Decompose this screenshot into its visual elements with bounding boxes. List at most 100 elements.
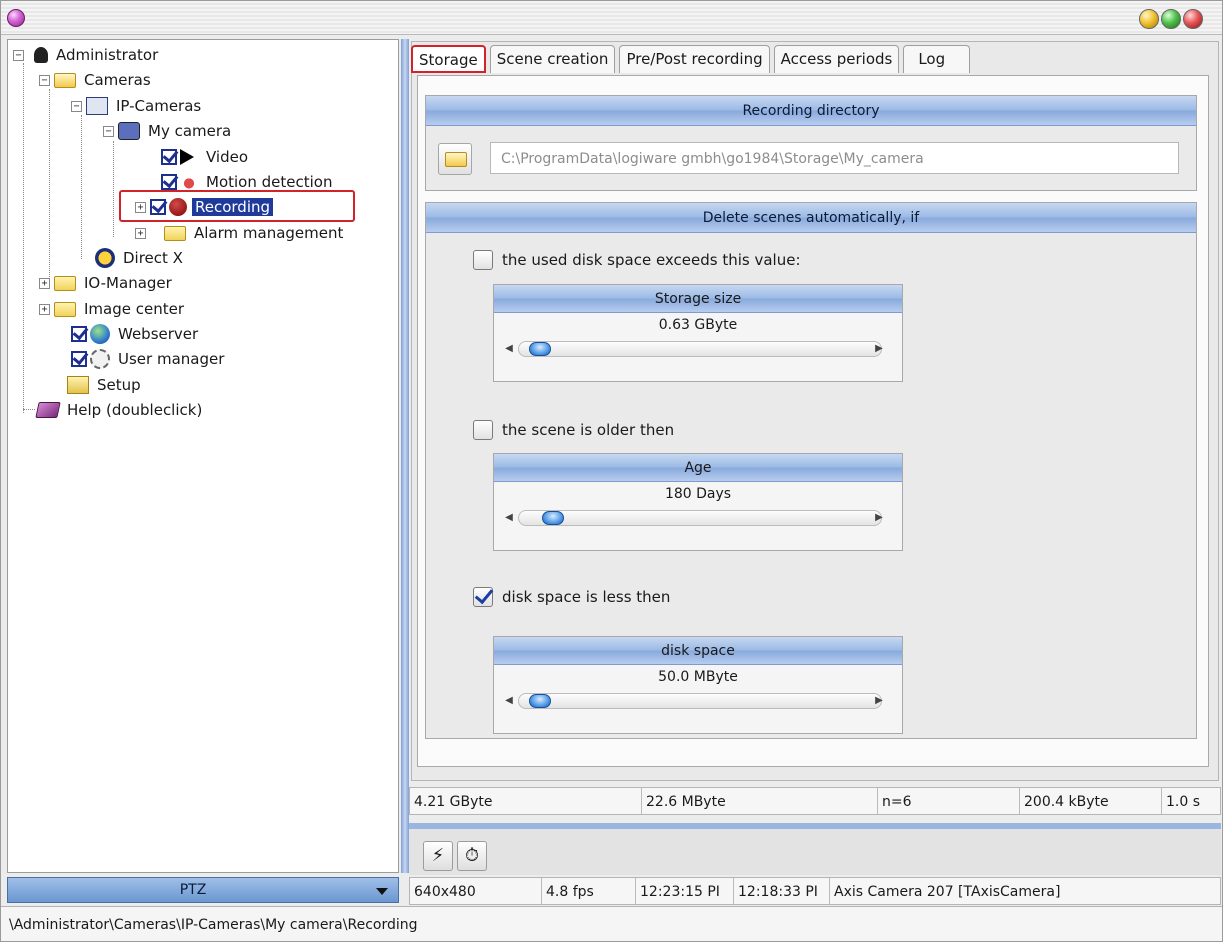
- duration: 1.0 s: [1166, 794, 1201, 810]
- arrow-left-icon[interactable]: ◀: [502, 694, 516, 708]
- play-icon: [180, 149, 194, 165]
- disk-space-value: 50.0 MByte: [658, 669, 738, 685]
- last-event-time: 12:18:33 PI: [734, 878, 830, 904]
- tree-item-cameras[interactable]: − Cameras: [39, 68, 154, 92]
- enabled-checkbox[interactable]: [71, 351, 87, 367]
- disk-space-less-checkbox[interactable]: [473, 587, 493, 607]
- enabled-checkbox[interactable]: [150, 199, 166, 215]
- age-slider-box: Age 180 Days ◀ ▶: [493, 453, 903, 551]
- tree-item-video[interactable]: Video: [161, 145, 251, 169]
- age-value: 180 Days: [664, 486, 732, 502]
- expand-icon[interactable]: +: [39, 277, 50, 289]
- disk-space-slider-box: disk space 50.0 MByte ◀ ▶: [493, 636, 903, 734]
- minimize-button[interactable]: [1139, 9, 1159, 29]
- slider-rail[interactable]: [518, 510, 882, 526]
- arrow-left-icon[interactable]: ◀: [502, 511, 516, 525]
- disk-space-exceeds-option[interactable]: the used disk space exceeds this value:: [473, 248, 801, 272]
- section-header: Recording directory: [426, 96, 1196, 126]
- expand-icon[interactable]: +: [39, 303, 50, 315]
- motion-icon: [180, 175, 198, 189]
- tree-item-setup[interactable]: Setup: [67, 373, 144, 397]
- title-bar: [1, 1, 1222, 35]
- frame-rate: 4.8 fps: [542, 878, 636, 904]
- arrow-left-icon[interactable]: ◀: [502, 342, 516, 356]
- camera-toolbar: ⚡ ⏱: [409, 823, 1221, 875]
- tree-item-image-center[interactable]: + Image center: [39, 297, 187, 321]
- tree-item-recording[interactable]: + Recording: [135, 195, 274, 219]
- section-header: Delete scenes automatically, if: [426, 203, 1196, 233]
- slider-thumb[interactable]: [528, 694, 551, 708]
- camera-status-bar: 640x480 4.8 fps 12:23:15 PI 12:18:33 PI …: [409, 877, 1221, 905]
- close-button[interactable]: [1183, 9, 1203, 29]
- resolution: 640x480: [410, 878, 542, 904]
- tab-access-periods[interactable]: Access periods: [773, 45, 900, 73]
- tree-item-administrator[interactable]: − Administrator: [13, 43, 161, 67]
- expand-icon[interactable]: +: [135, 227, 146, 239]
- recording-directory-input[interactable]: C:\ProgramData\logiware gmbh\go1984\Stor…: [490, 142, 1179, 174]
- panel-splitter[interactable]: [401, 39, 409, 873]
- folder-icon: [164, 225, 186, 241]
- slider-rail[interactable]: [518, 341, 882, 357]
- app-window: − Administrator − Cameras − IP-Cameras −…: [0, 0, 1223, 942]
- enabled-checkbox[interactable]: [161, 174, 177, 190]
- folder-open-icon: [54, 72, 76, 88]
- scene-older-checkbox[interactable]: [473, 420, 493, 440]
- gears-icon: [90, 349, 110, 369]
- tree-item-io-manager[interactable]: + IO-Manager: [39, 271, 175, 295]
- arrow-right-icon[interactable]: ▶: [872, 342, 886, 356]
- collapse-icon[interactable]: −: [39, 74, 50, 86]
- enabled-checkbox[interactable]: [71, 326, 87, 342]
- timer-icon[interactable]: ⏱: [457, 841, 487, 871]
- network-camera-icon: [86, 97, 108, 115]
- folder-icon: [54, 275, 76, 291]
- administrator-icon: [34, 47, 48, 63]
- tab-log[interactable]: Log: [903, 45, 971, 73]
- tree-item-webserver[interactable]: Webserver: [71, 322, 201, 346]
- directx-icon: [95, 248, 115, 268]
- tree-item-user-manager[interactable]: User manager: [71, 347, 227, 371]
- app-orb-icon[interactable]: [7, 9, 25, 27]
- record-icon: [169, 198, 187, 216]
- tab-bar: Storage Scene creation Pre/Post recordin…: [411, 45, 974, 75]
- collapse-icon[interactable]: −: [71, 100, 82, 112]
- dropdown-arrow-icon: [376, 888, 388, 895]
- tree-item-direct-x[interactable]: Direct X: [95, 246, 186, 270]
- disk-space-exceeds-checkbox[interactable]: [473, 250, 493, 270]
- tree-item-alarm-management[interactable]: + Alarm management: [135, 221, 346, 245]
- scene-count: n=6: [878, 788, 1020, 814]
- storage-size-slider-box: Storage size 0.63 GByte ◀ ▶: [493, 284, 903, 382]
- ptz-dropdown[interactable]: PTZ: [7, 877, 399, 903]
- slider-thumb[interactable]: [528, 342, 551, 356]
- tab-storage[interactable]: Storage: [411, 45, 486, 73]
- disk-space-slider[interactable]: ◀ ▶: [500, 692, 896, 710]
- expand-icon[interactable]: +: [135, 201, 146, 213]
- collapse-icon[interactable]: −: [103, 125, 114, 137]
- arrow-right-icon[interactable]: ▶: [872, 511, 886, 525]
- collapse-icon[interactable]: −: [13, 49, 24, 61]
- folder-open-icon: [445, 152, 467, 167]
- storage-size-slider[interactable]: ◀ ▶: [500, 340, 896, 358]
- slider-rail[interactable]: [518, 693, 882, 709]
- camera-name: Axis Camera 207 [TAxisCamera]: [834, 884, 1061, 900]
- disk-space-less-option[interactable]: disk space is less then: [473, 585, 670, 609]
- setup-icon: [67, 376, 89, 394]
- age-slider[interactable]: ◀ ▶: [500, 509, 896, 527]
- tree-item-ip-cameras[interactable]: − IP-Cameras: [71, 94, 204, 118]
- help-book-icon: [35, 402, 61, 418]
- tab-pre-post-recording[interactable]: Pre/Post recording: [619, 45, 770, 73]
- enabled-checkbox[interactable]: [161, 149, 177, 165]
- globe-icon: [90, 324, 110, 344]
- scene-older-option[interactable]: the scene is older then: [473, 418, 674, 442]
- tree-item-help[interactable]: Help (doubleclick): [35, 398, 205, 422]
- avg-scene-size: 200.4 kByte: [1020, 788, 1162, 814]
- scene-size: 22.6 MByte: [642, 788, 878, 814]
- connection-icon[interactable]: ⚡: [423, 841, 453, 871]
- browse-folder-button[interactable]: [438, 143, 472, 175]
- current-time: 12:23:15 PI: [636, 878, 734, 904]
- tree-item-my-camera[interactable]: − My camera: [103, 119, 234, 143]
- slider-thumb[interactable]: [542, 511, 565, 525]
- tab-scene-creation[interactable]: Scene creation: [489, 45, 616, 73]
- arrow-right-icon[interactable]: ▶: [872, 694, 886, 708]
- storage-stats-bar: 4.21 GByte 22.6 MByte n=6 200.4 kByte 1.…: [409, 787, 1221, 815]
- maximize-button[interactable]: [1161, 9, 1181, 29]
